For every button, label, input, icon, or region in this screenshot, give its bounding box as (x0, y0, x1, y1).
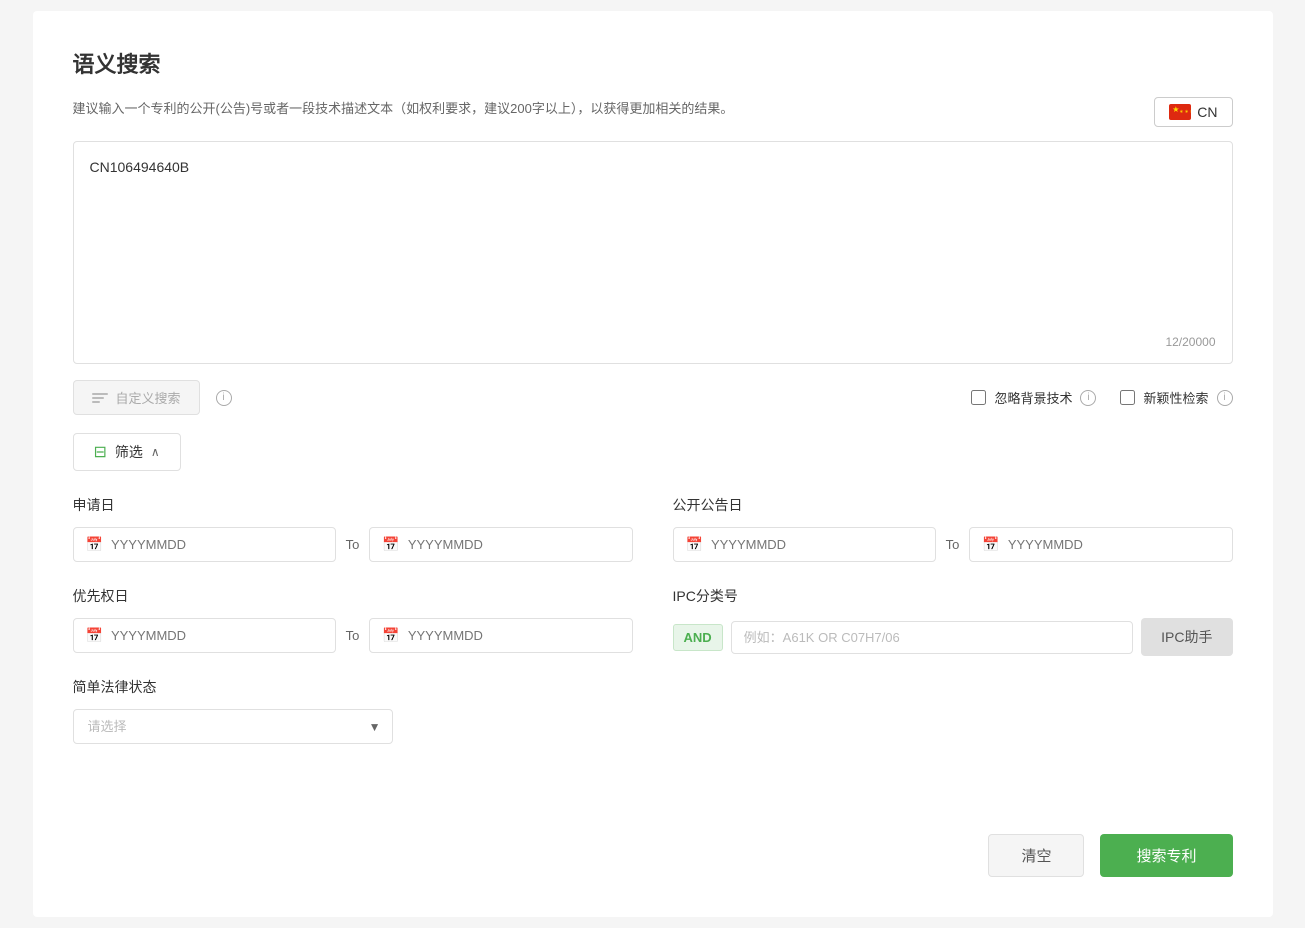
application-date-range: 📅 To 📅 (73, 527, 633, 562)
calendar-icon-6: 📅 (982, 536, 999, 553)
options-row: 自定义搜索 i 忽略背景技术 i 新颖性检索 i (73, 380, 1233, 415)
chevron-up-icon: ∧ (151, 445, 160, 459)
custom-search-icon (92, 393, 108, 403)
ignore-bg-label: 忽略背景技术 (994, 388, 1072, 407)
ignore-bg-info-icon[interactable]: i (1080, 390, 1096, 406)
legal-status-select-wrapper: 请选择 ▼ (73, 709, 393, 744)
publication-date-range: 📅 To 📅 (673, 527, 1233, 562)
custom-search-button[interactable]: 自定义搜索 (73, 380, 200, 415)
ipc-assistant-button[interactable]: IPC助手 (1141, 618, 1232, 656)
publication-date-to-label: To (946, 537, 960, 552)
application-date-to-input[interactable] (408, 537, 620, 552)
filter-columns: 申请日 📅 To 📅 优先权日 (73, 495, 1233, 804)
filter-bar: ⊟ 筛选 ∧ (73, 433, 1233, 471)
application-date-to: 📅 (369, 527, 632, 562)
ipc-row: AND IPC助手 (673, 618, 1233, 656)
legal-status-section: 简单法律状态 请选择 ▼ (73, 677, 633, 744)
filter-label: 筛选 (115, 442, 143, 462)
search-textarea[interactable]: CN106494640B (90, 156, 1216, 326)
main-container: 语义搜索 建议输入一个专利的公开(公告)号或者一段技术描述文本（如权利要求，建议… (33, 11, 1273, 917)
calendar-icon-5: 📅 (686, 536, 703, 553)
priority-date-label: 优先权日 (73, 586, 633, 606)
application-date-label: 申请日 (73, 495, 633, 515)
application-date-section: 申请日 📅 To 📅 (73, 495, 633, 562)
publication-date-from-input[interactable] (711, 537, 923, 552)
publication-date-to: 📅 (969, 527, 1232, 562)
publication-date-label: 公开公告日 (673, 495, 1233, 515)
filter-button[interactable]: ⊟ 筛选 ∧ (73, 433, 181, 471)
priority-date-to-input[interactable] (408, 628, 620, 643)
ipc-section: IPC分类号 AND IPC助手 (673, 586, 1233, 656)
priority-date-section: 优先权日 📅 To 📅 (73, 586, 633, 653)
cn-flag-icon (1169, 104, 1191, 120)
application-date-to-label: To (346, 537, 360, 552)
ipc-input[interactable] (731, 621, 1133, 654)
priority-date-to: 📅 (369, 618, 632, 653)
calendar-icon-1: 📅 (86, 536, 103, 553)
publication-date-from: 📅 (673, 527, 936, 562)
left-column: 申请日 📅 To 📅 优先权日 (73, 495, 633, 804)
novelty-search-group: 新颖性检索 i (1120, 388, 1232, 407)
priority-date-range: 📅 To 📅 (73, 618, 633, 653)
ignore-bg-group: 忽略背景技术 i (971, 388, 1096, 407)
priority-date-to-label: To (346, 628, 360, 643)
novelty-search-checkbox[interactable] (1120, 390, 1135, 405)
application-date-from: 📅 (73, 527, 336, 562)
novelty-search-info-icon[interactable]: i (1217, 390, 1233, 406)
custom-search-info-icon[interactable]: i (216, 390, 232, 406)
and-badge[interactable]: AND (673, 624, 723, 651)
legal-status-label: 简单法律状态 (73, 677, 633, 697)
calendar-icon-4: 📅 (382, 627, 399, 644)
char-count: 12/20000 (90, 335, 1216, 349)
priority-date-from-input[interactable] (111, 628, 323, 643)
right-options: 忽略背景技术 i 新颖性检索 i (971, 388, 1232, 407)
publication-date-section: 公开公告日 📅 To 📅 (673, 495, 1233, 562)
language-button[interactable]: CN (1154, 97, 1232, 127)
ignore-bg-checkbox[interactable] (971, 390, 986, 405)
page-title: 语义搜索 (73, 47, 1233, 79)
filter-icon: ⊟ (94, 442, 107, 462)
application-date-from-input[interactable] (111, 537, 323, 552)
calendar-icon-2: 📅 (382, 536, 399, 553)
description-text: 建议输入一个专利的公开(公告)号或者一段技术描述文本（如权利要求，建议200字以… (73, 97, 1135, 120)
novelty-search-label: 新颖性检索 (1143, 388, 1208, 407)
search-textarea-wrapper: CN106494640B 12/20000 (73, 141, 1233, 364)
custom-search-label: 自定义搜索 (116, 388, 181, 407)
footer-buttons: 清空 搜索专利 (73, 834, 1233, 877)
ipc-label: IPC分类号 (673, 586, 1233, 606)
legal-status-select[interactable]: 请选择 (73, 709, 393, 744)
search-button[interactable]: 搜索专利 (1100, 834, 1232, 877)
right-column: 公开公告日 📅 To 📅 IPC分类号 AND (673, 495, 1233, 804)
calendar-icon-3: 📅 (86, 627, 103, 644)
clear-button[interactable]: 清空 (988, 834, 1084, 877)
priority-date-from: 📅 (73, 618, 336, 653)
lang-label: CN (1197, 104, 1217, 120)
publication-date-to-input[interactable] (1008, 537, 1220, 552)
